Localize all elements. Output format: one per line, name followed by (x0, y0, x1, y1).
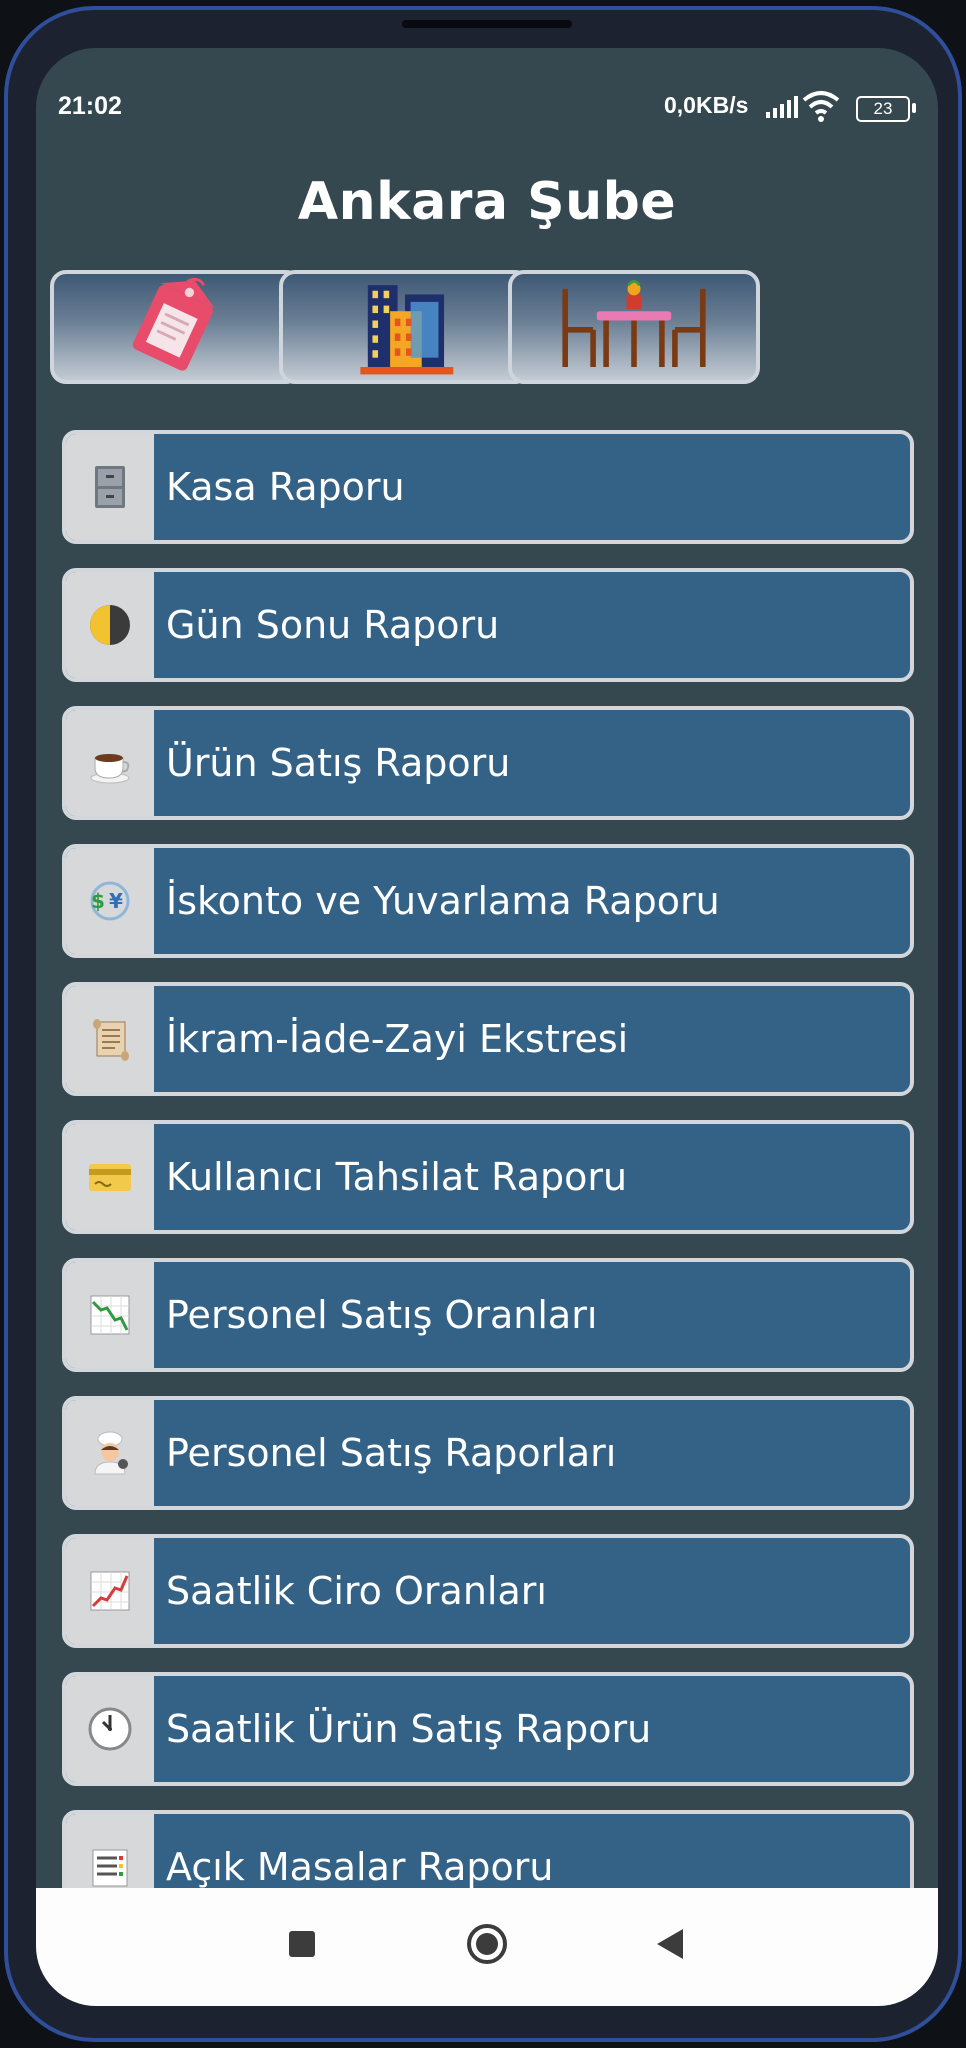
signal-icon (766, 96, 798, 118)
menu-item-label: Personel Satış Raporları (166, 1431, 617, 1475)
credit-card-icon (89, 1164, 131, 1191)
navigation-bar (36, 1888, 938, 2006)
menu-item-label: Kasa Raporu (166, 465, 405, 509)
chart-increasing-icon (90, 1571, 130, 1611)
network-speed: 0,0KB/s (664, 92, 749, 118)
menu-item-urun-satis-raporu[interactable]: Ürün Satış Raporu (62, 706, 914, 820)
buildings-icon (360, 285, 454, 375)
back-button[interactable] (640, 1914, 700, 1974)
status-time: 21:02 (58, 92, 122, 120)
menu-item-ikram-iade-zayi[interactable]: İkram-İade-Zayi Ekstresi (62, 982, 914, 1096)
menu-item-label: İskonto ve Yuvarlama Raporu (166, 879, 720, 923)
chart-decreasing-icon (90, 1295, 130, 1335)
recent-apps-button[interactable] (272, 1914, 332, 1974)
list-icon (92, 1849, 128, 1887)
cook-icon (94, 1431, 128, 1475)
quick-button-price-tag[interactable] (50, 270, 302, 384)
battery-icon: 23 (856, 96, 910, 122)
earpiece-speaker (402, 20, 572, 28)
menu-item-label: Kullanıcı Tahsilat Raporu (166, 1155, 628, 1199)
svg-text:$: $ (91, 889, 105, 913)
coffee-cup-icon (90, 754, 130, 784)
menu-item-kullanici-tahsilat-raporu[interactable]: Kullanıcı Tahsilat Raporu (62, 1120, 914, 1234)
app-screen: 21:02 0,0KB/s 23 Ankara Şube Kasa Raporu… (36, 48, 938, 2006)
svg-text:¥: ¥ (109, 889, 123, 913)
home-circle-icon (467, 1924, 507, 1964)
menu-item-label: Saatlik Ciro Oranları (166, 1569, 547, 1613)
menu-item-label: Ürün Satış Raporu (166, 741, 511, 785)
menu-item-label: Gün Sonu Raporu (166, 603, 500, 647)
report-menu: Kasa Raporu Gün Sonu Raporu Ürün Satış R… (62, 430, 914, 1948)
menu-item-iskonto-yuvarlama-raporu[interactable]: $ ¥ İskonto ve Yuvarlama Raporu (62, 844, 914, 958)
menu-item-personel-satis-raporlari[interactable]: Personel Satış Raporları (62, 1396, 914, 1510)
page-title: Ankara Şube (297, 172, 677, 232)
menu-item-label: Saatlik Ürün Satış Raporu (166, 1707, 652, 1751)
status-bar: 21:02 0,0KB/s 23 (36, 48, 938, 158)
menu-item-kasa-raporu[interactable]: Kasa Raporu (62, 430, 914, 544)
menu-item-personel-satis-oranlari[interactable]: Personel Satış Oranları (62, 1258, 914, 1372)
half-moon-icon (90, 605, 130, 645)
menu-item-label: Personel Satış Oranları (166, 1293, 598, 1337)
file-cabinet-icon (95, 466, 125, 508)
back-triangle-icon (657, 1929, 683, 1959)
menu-item-gun-sonu-raporu[interactable]: Gün Sonu Raporu (62, 568, 914, 682)
clock-icon (88, 1707, 132, 1751)
menu-item-saatlik-ciro-oranlari[interactable]: Saatlik Ciro Oranları (62, 1534, 914, 1648)
square-icon (289, 1931, 315, 1957)
scroll-icon (93, 1019, 129, 1061)
home-button[interactable] (457, 1914, 517, 1974)
quick-button-buildings[interactable] (279, 270, 531, 384)
menu-item-label: İkram-İade-Zayi Ekstresi (166, 1017, 629, 1061)
phone-frame: 21:02 0,0KB/s 23 Ankara Şube Kasa Raporu… (4, 6, 962, 2042)
quick-button-tables[interactable] (508, 270, 760, 384)
dining-table-icon (562, 280, 706, 367)
currency-exchange-icon: $ ¥ (90, 881, 130, 921)
menu-item-saatlik-urun-satis-raporu[interactable]: Saatlik Ürün Satış Raporu (62, 1672, 914, 1786)
price-tag-icon (132, 277, 215, 371)
wifi-icon (802, 91, 840, 122)
battery-tip (912, 103, 916, 113)
